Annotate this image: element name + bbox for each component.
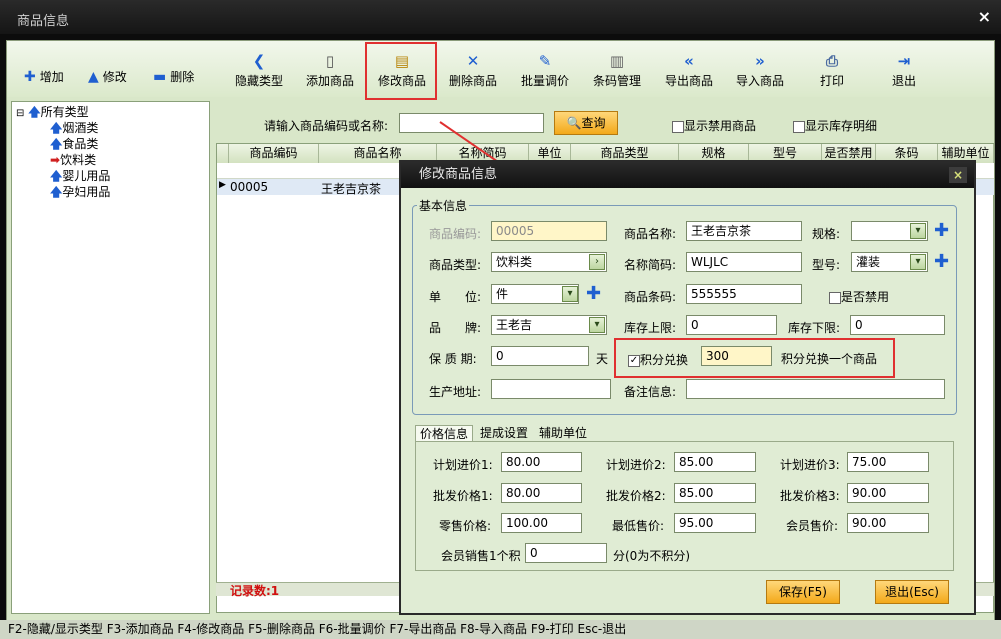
code-field[interactable]: 00005 bbox=[491, 221, 607, 241]
dialog-close-icon[interactable]: × bbox=[949, 167, 967, 183]
chevron-down-icon[interactable]: ▾ bbox=[910, 254, 926, 270]
wholesale-2-field[interactable]: 85.00 bbox=[674, 483, 756, 503]
shelf-field[interactable]: 0 bbox=[491, 346, 589, 366]
model-label: 型号: bbox=[812, 258, 841, 272]
wholesale-3-field[interactable]: 90.00 bbox=[847, 483, 929, 503]
code-label: 商品编码: bbox=[429, 227, 482, 241]
chevron-down-icon[interactable]: ▾ bbox=[589, 317, 605, 333]
stock-max-field[interactable]: 0 bbox=[686, 315, 777, 335]
name-field[interactable]: 王老吉京茶 bbox=[686, 221, 802, 241]
abbr-label: 名称简码: bbox=[624, 258, 677, 272]
add-spec-icon[interactable]: ✚ bbox=[934, 222, 949, 240]
points-per-label: 会员销售1个积 bbox=[441, 549, 521, 563]
min-price-label: 最低售价: bbox=[612, 519, 665, 533]
brand-label: 品 牌: bbox=[429, 321, 482, 335]
add-unit-icon[interactable]: ✚ bbox=[586, 285, 601, 303]
points-per-field[interactable]: 0 bbox=[525, 543, 607, 563]
unit-label: 单 位: bbox=[429, 290, 482, 304]
wholesale-1-label: 批发价格1: bbox=[433, 489, 493, 503]
points-per-suffix: 分(0为不积分) bbox=[613, 549, 690, 563]
shelf-label: 保 质 期: bbox=[429, 352, 477, 366]
retail-field[interactable]: 100.00 bbox=[501, 513, 582, 533]
min-price-field[interactable]: 95.00 bbox=[674, 513, 756, 533]
barcode-field[interactable]: 555555 bbox=[686, 284, 802, 304]
highlight-box bbox=[614, 338, 895, 378]
abbr-field[interactable]: WLJLC bbox=[686, 252, 802, 272]
shelf-unit: 天 bbox=[596, 352, 609, 366]
add-model-icon[interactable]: ✚ bbox=[934, 253, 949, 271]
barcode-label: 商品条码: bbox=[624, 290, 677, 304]
chevron-right-icon[interactable]: › bbox=[589, 254, 605, 270]
origin-field[interactable] bbox=[491, 379, 611, 399]
wholesale-2-label: 批发价格2: bbox=[606, 489, 666, 503]
disabled-checkbox[interactable]: 是否禁用 bbox=[829, 288, 889, 305]
plan-price-1-label: 计划进价1: bbox=[433, 458, 493, 472]
plan-price-3-field[interactable]: 75.00 bbox=[847, 452, 929, 472]
plan-price-3-label: 计划进价3: bbox=[780, 458, 840, 472]
type-label: 商品类型: bbox=[429, 258, 482, 272]
cancel-button[interactable]: 退出(Esc) bbox=[875, 580, 949, 604]
retail-label: 零售价格: bbox=[439, 519, 492, 533]
stock-min-label: 库存下限: bbox=[788, 321, 841, 335]
spec-label: 规格: bbox=[812, 227, 841, 241]
origin-label: 生产地址: bbox=[429, 385, 482, 399]
plan-price-2-label: 计划进价2: bbox=[606, 458, 666, 472]
stock-min-field[interactable]: 0 bbox=[850, 315, 945, 335]
dialog-title: 修改商品信息 bbox=[401, 162, 974, 188]
chevron-down-icon[interactable]: ▾ bbox=[562, 286, 578, 302]
member-price-label: 会员售价: bbox=[786, 519, 839, 533]
name-label: 商品名称: bbox=[624, 227, 677, 241]
tab-price[interactable]: 价格信息 bbox=[415, 425, 474, 442]
tab-commission[interactable]: 提成设置 bbox=[476, 425, 532, 442]
save-button[interactable]: 保存(F5) bbox=[766, 580, 840, 604]
plan-price-1-field[interactable]: 80.00 bbox=[501, 452, 582, 472]
note-label: 备注信息: bbox=[624, 385, 677, 399]
wholesale-1-field[interactable]: 80.00 bbox=[501, 483, 582, 503]
wholesale-3-label: 批发价格3: bbox=[780, 489, 840, 503]
chevron-down-icon[interactable]: ▾ bbox=[910, 223, 926, 239]
plan-price-2-field[interactable]: 85.00 bbox=[674, 452, 756, 472]
stock-max-label: 库存上限: bbox=[624, 321, 677, 335]
note-field[interactable] bbox=[686, 379, 945, 399]
member-price-field[interactable]: 90.00 bbox=[847, 513, 929, 533]
tab-aux-unit[interactable]: 辅助单位 bbox=[535, 425, 591, 442]
